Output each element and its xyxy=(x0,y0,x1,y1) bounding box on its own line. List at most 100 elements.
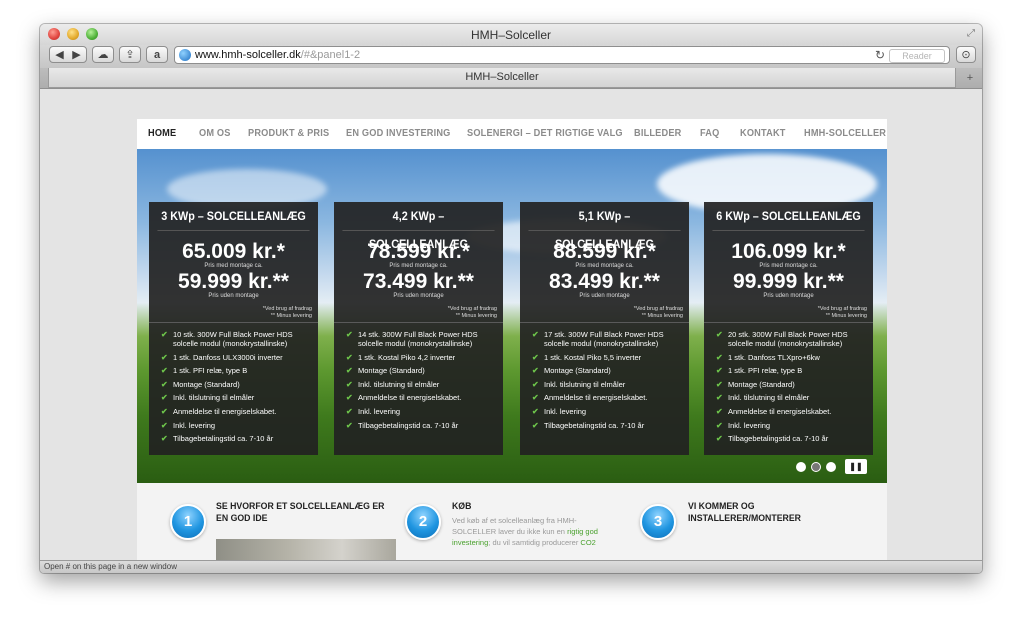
feature-text: Anmeldelse til energiselskabet. xyxy=(358,393,462,403)
check-icon: ✔ xyxy=(716,420,723,430)
check-icon: ✔ xyxy=(716,406,723,416)
nav-faq[interactable]: FAQ xyxy=(700,128,719,139)
price-with-mounting: 106.099 kr.* xyxy=(731,240,846,263)
feature-text: Inkl. tilslutning til elmåler xyxy=(173,393,255,403)
slide-dot-1[interactable] xyxy=(796,462,806,472)
nav-en-god-investering[interactable]: EN GOD INVESTERING xyxy=(346,128,451,139)
list-item: ✔ Montage (Standard) xyxy=(346,366,501,375)
price-panel-3kwp[interactable]: 3 KWp – SOLCELLEANLÆG 65.009 kr.* Pris m… xyxy=(149,202,318,455)
list-item: ✔ 1 stk. PFI relæ, type B xyxy=(716,366,871,375)
price-with-mounting: 88.599 kr.* xyxy=(553,240,656,263)
price-panel-6kwp[interactable]: 6 KWp – SOLCELLEANLÆG 106.099 kr.* Pris … xyxy=(704,202,873,455)
list-item: ✔ 10 stk. 300W Full Black Power HDS solce… xyxy=(161,330,316,348)
feature-text: Anmeldelse til energiselskabet. xyxy=(173,406,277,416)
url-domain: www.hmh-solceller.dk xyxy=(195,49,301,61)
reader-button[interactable]: Reader xyxy=(889,49,945,63)
nav-produkt-pris[interactable]: PRODUKT & PRIS xyxy=(248,128,329,139)
site-navigation: HOME OM OS PRODUKT & PRIS EN GOD INVESTE… xyxy=(137,119,887,149)
price-with-mounting: 78.599 kr.* xyxy=(367,240,470,263)
feature-text: Inkl. levering xyxy=(544,406,587,416)
nav-kontakt[interactable]: KONTAKT xyxy=(740,128,786,139)
feature-text: Anmeldelse til energiselskabet. xyxy=(728,406,832,416)
check-icon: ✔ xyxy=(161,366,168,376)
feature-text: Tilbagebetalingstid ca. 7-10 år xyxy=(173,434,274,444)
reload-icon[interactable]: ↻ xyxy=(875,48,885,62)
feature-text: Inkl. levering xyxy=(173,420,216,430)
check-icon: ✔ xyxy=(716,434,723,444)
check-icon: ✔ xyxy=(346,393,353,403)
step-title-1[interactable]: SE HVORFOR ET SOLCELLEANLÆG ER EN GOD ID… xyxy=(216,501,391,525)
check-icon: ✔ xyxy=(161,420,168,430)
check-icon: ✔ xyxy=(346,406,353,416)
price-without-mounting-note: Pris uden montage xyxy=(579,293,630,299)
slide-dot-2[interactable] xyxy=(811,462,821,472)
text-part: Ved køb af et solcelleanlæg fra HMH-SOLC… xyxy=(452,516,577,536)
back-forward-buttons: ◀ ▶ xyxy=(49,46,87,63)
browser-window: HMH–Solceller ⤢ ◀ ▶ ☁ ⇪ a www.hmh-solcell… xyxy=(40,24,982,573)
footnote-deduction: *Ved brug af fradrag xyxy=(262,306,312,312)
url-text[interactable]: www.hmh-solceller.dk/#&panel1-2 xyxy=(195,49,360,61)
check-icon: ✔ xyxy=(346,379,353,389)
price-panel-4-2kwp[interactable]: 4,2 KWp – SOLCELLEANLÆG 78.599 kr.* Pris… xyxy=(334,202,503,455)
web-page: HOME OM OS PRODUKT & PRIS EN GOD INVESTE… xyxy=(137,119,887,560)
share-button[interactable]: ⇪ xyxy=(119,46,141,63)
list-item: ✔ 1 stk. Danfoss TLXpro+6kw xyxy=(716,353,871,362)
check-icon: ✔ xyxy=(532,366,539,376)
feature-list: ✔ 10 stk. 300W Full Black Power HDS solce… xyxy=(161,330,316,448)
footnote-deduction: *Ved brug af fradrag xyxy=(447,306,497,312)
nav-solenergi[interactable]: SOLENERGI – DET RIGTIGE VALG xyxy=(467,128,623,139)
feature-text: Tilbagebetalingstid ca. 7-10 år xyxy=(728,434,829,444)
new-tab-icon[interactable]: + xyxy=(962,71,978,85)
co2-link[interactable]: CO2 xyxy=(580,538,595,547)
step-title-2[interactable]: KØB xyxy=(452,501,627,513)
price-panel-5-1kwp[interactable]: 5,1 KWp – SOLCELLEANLÆG 88.599 kr.* Pris… xyxy=(520,202,689,455)
price-without-mounting: 59.999 kr.** xyxy=(178,270,289,293)
panel-title: 5,1 KWp – SOLCELLEANLÆG xyxy=(528,202,681,251)
feature-text: 1 stk. PFI relæ, type B xyxy=(173,366,248,376)
nav-om-os[interactable]: OM OS xyxy=(199,128,231,139)
list-item: ✔ 1 stk. PFI relæ, type B xyxy=(161,366,316,375)
check-icon: ✔ xyxy=(346,352,353,362)
feature-text: 1 stk. Danfoss TLXpro+6kw xyxy=(728,352,820,362)
list-item: ✔ Inkl. tilslutning til elmåler xyxy=(716,393,871,402)
reading-list-icon: a xyxy=(153,49,161,61)
tab-hmh-solceller[interactable]: HMH–Solceller xyxy=(48,68,956,88)
pause-button[interactable]: ❚❚ xyxy=(845,459,867,474)
nav-hmh-solceller[interactable]: HMH-SOLCELLER xyxy=(804,128,886,139)
download-icon: ⊙ xyxy=(961,49,971,61)
back-icon[interactable]: ◀ xyxy=(51,47,68,64)
downloads-button[interactable]: ⊙ xyxy=(956,46,976,63)
url-path: /#&panel1-2 xyxy=(300,49,361,61)
divider xyxy=(149,322,318,323)
check-icon: ✔ xyxy=(161,434,168,444)
step-badge-2: 2 xyxy=(405,504,441,540)
feature-text: 10 stk. 300W Full Black Power HDS solcel… xyxy=(173,330,293,348)
check-icon: ✔ xyxy=(532,393,539,403)
list-item: ✔ 1 stk. Kostal Piko 4,2 inverter xyxy=(346,353,501,362)
list-item: ✔ Anmeldelse til energiselskabet. xyxy=(716,407,871,416)
step-text-2: Ved køb af et solcelleanlæg fra HMH-SOLC… xyxy=(452,515,602,548)
slide-dot-3[interactable] xyxy=(826,462,836,472)
reading-list-button[interactable]: a xyxy=(146,46,168,63)
price-without-mounting: 73.499 kr.** xyxy=(363,270,474,293)
address-bar[interactable]: www.hmh-solceller.dk/#&panel1-2 ↻ Reader xyxy=(174,46,950,64)
check-icon: ✔ xyxy=(532,330,539,339)
forward-icon[interactable]: ▶ xyxy=(68,47,85,64)
info-section: 1 SE HVORFOR ET SOLCELLEANLÆG ER EN GOD … xyxy=(137,483,887,560)
check-icon: ✔ xyxy=(532,352,539,362)
browser-toolbar: ◀ ▶ ☁ ⇪ a www.hmh-solceller.dk/#&panel1-2… xyxy=(40,45,982,68)
tab-bar: HMH–Solceller + xyxy=(40,68,982,89)
price-with-mounting: 65.009 kr.* xyxy=(182,240,285,263)
list-item: ✔ 1 stk. Kostal Piko 5,5 inverter xyxy=(532,353,687,362)
step-title-3[interactable]: VI KOMMER OG INSTALLERER/MONTERER xyxy=(688,501,863,525)
cloud-icon: ☁ xyxy=(97,49,109,61)
icloud-tabs-button[interactable]: ☁ xyxy=(92,46,114,63)
check-icon: ✔ xyxy=(161,379,168,389)
price-with-mounting-note: Pris med montage ca. xyxy=(204,263,263,269)
fullscreen-icon[interactable]: ⤢ xyxy=(967,28,975,39)
nav-billeder[interactable]: BILLEDER xyxy=(634,128,681,139)
list-item: ✔ Montage (Standard) xyxy=(716,380,871,389)
list-item: ✔ Inkl. levering xyxy=(161,421,316,430)
footnote-delivery: ** Minus levering xyxy=(825,313,867,319)
nav-home[interactable]: HOME xyxy=(148,128,176,139)
